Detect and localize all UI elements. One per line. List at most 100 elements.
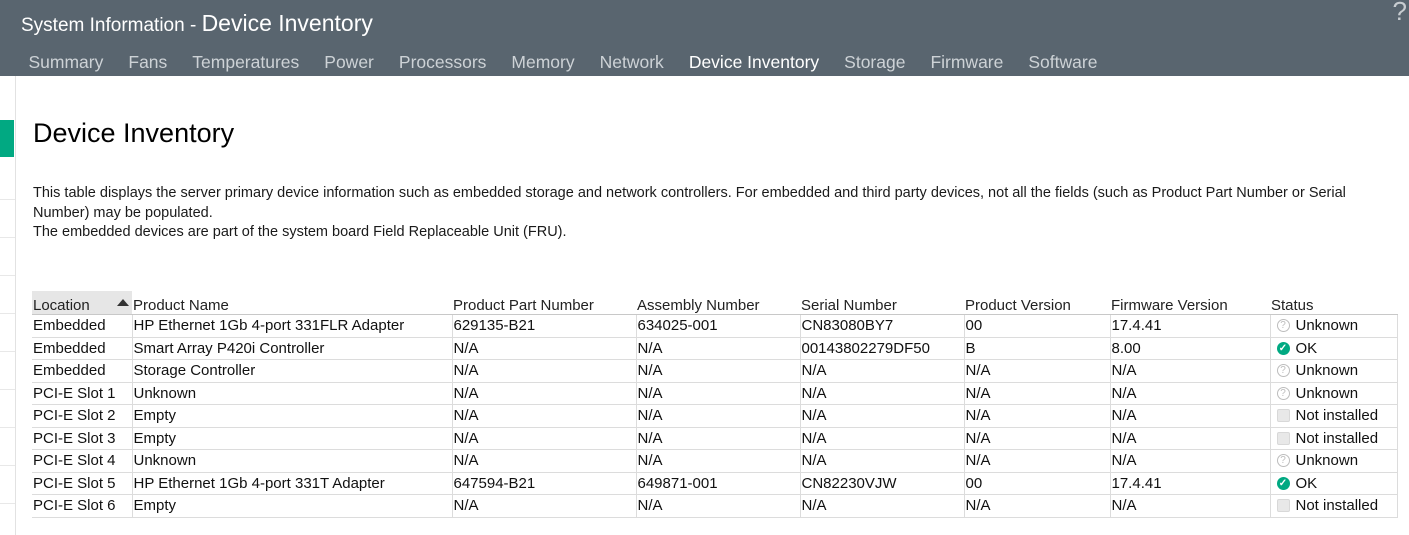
cell-serial-number: N/A [799,494,964,518]
cell-firmware-version: N/A [1109,427,1270,450]
cell-product-part-number: N/A [451,359,636,383]
cell-serial-number: CN83080BY7 [799,314,964,338]
column-header-serial-number[interactable]: Serial Number [800,291,964,315]
status-cell: Not installed [1269,494,1398,518]
status-text: Not installed [1295,407,1379,425]
left-nav-divider [0,237,15,238]
column-header-label: Product Part Number [453,297,594,314]
status-badge: ? Unknown [1272,317,1397,334]
cell-product-version: 00 [963,472,1110,495]
column-header-firmware-version[interactable]: Firmware Version [1110,291,1270,315]
cell-assembly-number: 649871-001 [635,472,800,495]
status-cell: Not installed [1269,404,1398,428]
cell-assembly-number: N/A [635,382,800,405]
cell-firmware-version: N/A [1109,359,1270,383]
left-nav-divider [0,465,15,466]
table-row: Embedded HP Ethernet 1Gb 4-port 331FLR Ad… [32,314,1398,338]
cell-assembly-number: N/A [635,494,800,518]
cell-product-version: N/A [963,449,1110,473]
cell-serial-number: N/A [799,427,964,450]
tab-processors[interactable]: Processors [386,47,499,75]
cell-product-version: N/A [963,382,1110,405]
cell-product-version: N/A [963,494,1110,518]
left-nav-divider [0,313,15,314]
tab-temperatures[interactable]: Temperatures [180,47,312,75]
page-header: System Information - Device Inventory ? … [0,0,1409,76]
status-badge: ✓ OK [1272,340,1397,357]
status-badge: ? Unknown [1272,362,1397,379]
column-header-product-name[interactable]: Product Name [132,291,452,315]
left-nav-divider [0,351,15,352]
cell-firmware-version: N/A [1109,382,1270,405]
cell-serial-number: N/A [799,404,964,428]
page-description: This table displays the server primary d… [33,184,1403,243]
status-cell: ? Unknown [1269,359,1398,383]
status-text: Unknown [1295,317,1359,335]
column-header-assembly-number[interactable]: Assembly Number [636,291,800,315]
column-header-location[interactable]: Location [32,291,132,315]
status-cell: ? Unknown [1269,449,1398,473]
status-text: Unknown [1295,384,1359,402]
left-nav-divider [0,427,15,428]
status-badge: ? Unknown [1272,385,1397,402]
sort-ascending-icon[interactable] [117,299,129,306]
cell-product-part-number: N/A [451,382,636,405]
cell-location: Embedded [32,337,132,360]
column-header-label: Firmware Version [1111,297,1228,314]
column-header-product-version[interactable]: Product Version [964,291,1110,315]
status-text: Not installed [1295,497,1379,515]
status-ok-icon: ✓ [1276,476,1290,490]
left-nav-divider [0,389,15,390]
tab-power[interactable]: Power [312,47,387,75]
status-unknown-icon: ? [1276,454,1290,468]
status-cell: ? Unknown [1269,314,1398,338]
cell-location: PCI-E Slot 6 [32,494,132,518]
status-badge: ✓ OK [1272,475,1397,492]
help-icon[interactable]: ? [1393,0,1407,27]
cell-firmware-version: N/A [1109,494,1270,518]
status-badge: ? Unknown [1272,452,1397,469]
cell-product-version: N/A [963,427,1110,450]
cell-firmware-version: 17.4.41 [1109,472,1270,495]
tab-device-inventory[interactable]: Device Inventory [676,47,831,75]
table-row: Embedded Storage Controller N/A N/A N/A N/A N/… [32,359,1398,383]
cell-product-part-number: N/A [451,449,636,473]
status-text: OK [1295,474,1318,492]
status-unknown-icon: ? [1276,319,1290,333]
cell-assembly-number: N/A [635,427,800,450]
device-inventory-table: Location Product Name Product Part Number A… [32,291,1398,518]
cell-serial-number: N/A [799,449,964,473]
status-not-installed-icon [1276,409,1290,423]
status-cell: ? Unknown [1269,382,1398,405]
header-title-main: Device Inventory [201,10,373,36]
tab-firmware[interactable]: Firmware [918,47,1016,75]
table-row: PCI-E Slot 2 Empty N/A N/A N/A N/A N/A Not inst… [32,404,1398,428]
tab-network[interactable]: Network [587,47,676,75]
tab-storage[interactable]: Storage [832,47,918,75]
table-row: PCI-E Slot 4 Unknown N/A N/A N/A N/A N/A? Unkno… [32,449,1398,473]
left-nav-divider [0,503,15,504]
table-row: PCI-E Slot 1 Unknown N/A N/A N/A N/A N/A? Unkno… [32,382,1398,405]
column-header-label: Serial Number [801,297,897,314]
cell-assembly-number: N/A [635,404,800,428]
column-header-product-part-number[interactable]: Product Part Number [452,291,636,315]
table-header-row: Location Product Name Product Part Number A… [32,291,1397,315]
cell-product-name: Empty [131,427,452,450]
tab-fans[interactable]: Fans [116,47,180,75]
cell-assembly-number: N/A [635,449,800,473]
status-unknown-icon: ? [1276,386,1290,400]
status-cell: ✓ OK [1269,337,1398,360]
column-header-label: Assembly Number [637,297,760,314]
cell-product-name: Storage Controller [131,359,452,383]
cell-serial-number: N/A [799,382,964,405]
left-nav-strip [0,0,16,535]
column-header-status[interactable]: Status [1270,291,1397,315]
tab-memory[interactable]: Memory [499,47,587,75]
cell-firmware-version: 17.4.41 [1109,314,1270,338]
tab-software[interactable]: Software [1016,47,1110,75]
column-header-label: Product Version [965,297,1071,314]
tab-summary[interactable]: Summary [16,47,116,75]
cell-product-name: HP Ethernet 1Gb 4-port 331FLR Adapter [131,314,452,338]
cell-location: Embedded [32,314,132,338]
cell-product-name: Empty [131,494,452,518]
